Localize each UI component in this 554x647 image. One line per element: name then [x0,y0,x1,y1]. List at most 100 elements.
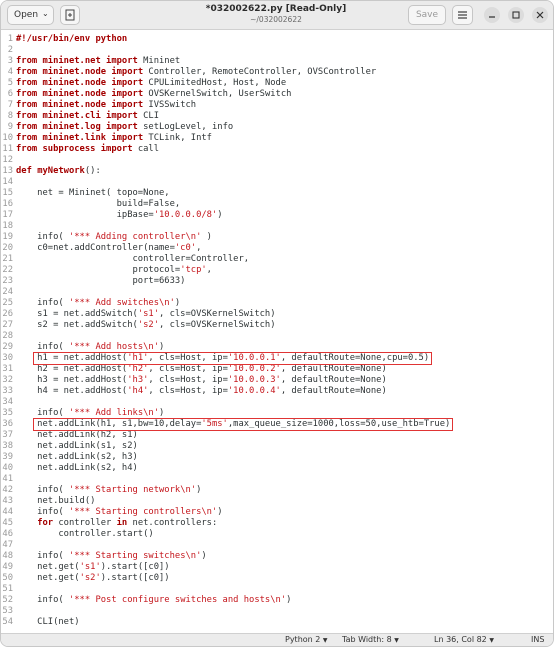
code-line[interactable]: 34 [1,397,553,408]
code-line[interactable]: 18 [1,221,553,232]
menu-button[interactable] [452,5,473,25]
code-token: s2 = net.addSwitch( [16,320,138,330]
cursor-position-selector[interactable]: Ln 36, Col 82 ▼ [434,635,494,644]
code-line[interactable]: 20 c0=net.addController(name='c0', [1,243,553,254]
code-line[interactable]: 39 net.addLink(s2, h3) [1,452,553,463]
minimize-button[interactable] [484,7,500,23]
code-editor[interactable]: 1 #!/usr/bin/env python 2 3 from mininet.net… [1,30,553,633]
keyword-token: import [111,67,149,77]
tab-width-selector[interactable]: Tab Width: 8 ▼ [342,635,399,644]
open-button[interactable]: Open ⌄ [7,5,54,25]
code-line[interactable]: 6 from mininet.node import OVSKernelSwitc… [1,89,553,100]
code-token: info( [16,507,69,517]
code-line[interactable]: 25 info( '*** Add switches\n') [1,298,553,309]
keyword-token: from [16,89,43,99]
code-text: from mininet.node import CPULimitedHost,… [16,78,286,89]
maximize-button[interactable] [508,7,524,23]
code-line[interactable]: 43 net.build() [1,496,553,507]
code-line[interactable]: 17 ipBase='10.0.0.0/8') [1,210,553,221]
line-number: 9 [7,122,13,132]
code-token: CLI [143,111,160,121]
status-bar: Python 2 ▼ Tab Width: 8 ▼ Ln 36, Col 82 … [1,633,553,646]
keyword-token: from [16,56,43,66]
code-line[interactable]: 31 h2 = net.addHost('h2', cls=Host, ip='… [1,364,553,375]
code-line[interactable]: 44 info( '*** Starting controllers\n') [1,507,553,518]
line-number: 47 [2,540,13,550]
code-line[interactable]: 8 from mininet.cli import CLI [1,111,553,122]
code-line[interactable]: 54 CLI(net) [1,617,553,628]
code-line[interactable]: 16 build=False, [1,199,553,210]
code-line[interactable]: 9 from mininet.log import setLogLevel, in… [1,122,553,133]
code-line[interactable]: 32 h3 = net.addHost('h3', cls=Host, ip='… [1,375,553,386]
code-line[interactable]: 10 from mininet.link import TCLink, Intf [1,133,553,144]
header-bar: Open ⌄ *032002622.py [Read-Only] ~/03200… [1,1,553,30]
line-number: 3 [7,56,13,66]
code-line[interactable]: 37 net.addLink(h2, s1) [1,430,553,441]
line-number: 29 [2,342,13,352]
code-token: , defaultRoute=None) [280,386,387,396]
code-line[interactable]: 47 [1,540,553,551]
code-token: , cls=Host, ip= [148,364,228,374]
code-token: port=6633) [16,276,186,286]
code-token: net.get( [16,573,80,583]
code-line[interactable]: 48 info( '*** Starting switches\n') [1,551,553,562]
code-line[interactable]: 19 info( '*** Adding controller\n' ) [1,232,553,243]
code-text: info( '*** Starting controllers\n') [16,507,222,518]
string-token: '*** Starting switches\n' [68,551,202,561]
new-document-icon [65,9,75,21]
language-selector[interactable]: Python 2 ▼ [285,635,328,644]
code-token: net.addLink(s2, h3) [16,452,138,462]
keyword-token: mininet.node [42,67,112,77]
close-button[interactable] [532,7,548,23]
code-token: , cls=OVSKernelSwitch) [159,320,276,330]
tab-width-label: Tab Width: 8 [342,635,392,644]
line-number: 17 [2,210,13,220]
save-button[interactable]: Save [408,5,446,25]
code-line[interactable]: 26 s1 = net.addSwitch('s1', cls=OVSKerne… [1,309,553,320]
code-line[interactable]: 12 [1,155,553,166]
code-line[interactable]: 15 net = Mininet( topo=None, [1,188,553,199]
code-token: info( [16,595,69,605]
code-line[interactable]: 7 from mininet.node import IVSSwitch [1,100,553,111]
code-line[interactable]: 50 net.get('s2').start([c0]) [1,573,553,584]
code-line[interactable]: 5 from mininet.node import CPULimitedHost… [1,78,553,89]
code-line[interactable]: 13 def myNetwork(): [1,166,553,177]
code-line[interactable]: 49 net.get('s1').start([c0]) [1,562,553,573]
line-number: 48 [2,551,13,561]
code-line[interactable]: 40 net.addLink(s2, h4) [1,463,553,474]
code-line[interactable]: 22 protocol='tcp', [1,265,553,276]
code-line[interactable]: 2 [1,45,553,56]
line-number: 35 [2,408,13,418]
code-line[interactable]: 38 net.addLink(s1, s2) [1,441,553,452]
code-line[interactable]: 11 from subprocess import call [1,144,553,155]
new-tab-button[interactable] [60,5,80,25]
code-text: from mininet.node import OVSKernelSwitch… [16,89,291,100]
insert-mode-indicator[interactable]: INS [531,635,544,644]
code-line[interactable]: 1 #!/usr/bin/env python [1,34,553,45]
code-line[interactable]: 33 h4 = net.addHost('h4', cls=Host, ip='… [1,386,553,397]
code-line[interactable]: 4 from mininet.node import Controller, Re… [1,67,553,78]
keyword-token: import [106,111,144,121]
code-line[interactable]: 51 [1,584,553,595]
code-line[interactable]: 46 controller.start() [1,529,553,540]
code-line[interactable]: 27 s2 = net.addSwitch('s2', cls=OVSKerne… [1,320,553,331]
code-line[interactable]: 28 [1,331,553,342]
string-token: 'h4' [127,386,149,396]
code-line[interactable]: 52 info( '*** Post configure switches an… [1,595,553,606]
code-line[interactable]: 45 for controller in net.controllers: [1,518,553,529]
code-text: net.addLink(s2, h4) [16,463,138,474]
line-number: 36 [2,419,13,429]
code-token: net.get( [16,562,80,572]
code-line[interactable]: 53 [1,606,553,617]
code-token: info( [16,232,69,242]
code-line[interactable]: 41 [1,474,553,485]
code-line[interactable]: 24 [1,287,553,298]
keyword-token: from [16,100,43,110]
code-line[interactable]: 3 from mininet.net import Mininet [1,56,553,67]
code-line[interactable]: 21 controller=Controller, [1,254,553,265]
minimize-icon [489,16,495,18]
code-line[interactable]: 23 port=6633) [1,276,553,287]
code-line[interactable]: 42 info( '*** Starting network\n') [1,485,553,496]
code-line[interactable]: 14 [1,177,553,188]
